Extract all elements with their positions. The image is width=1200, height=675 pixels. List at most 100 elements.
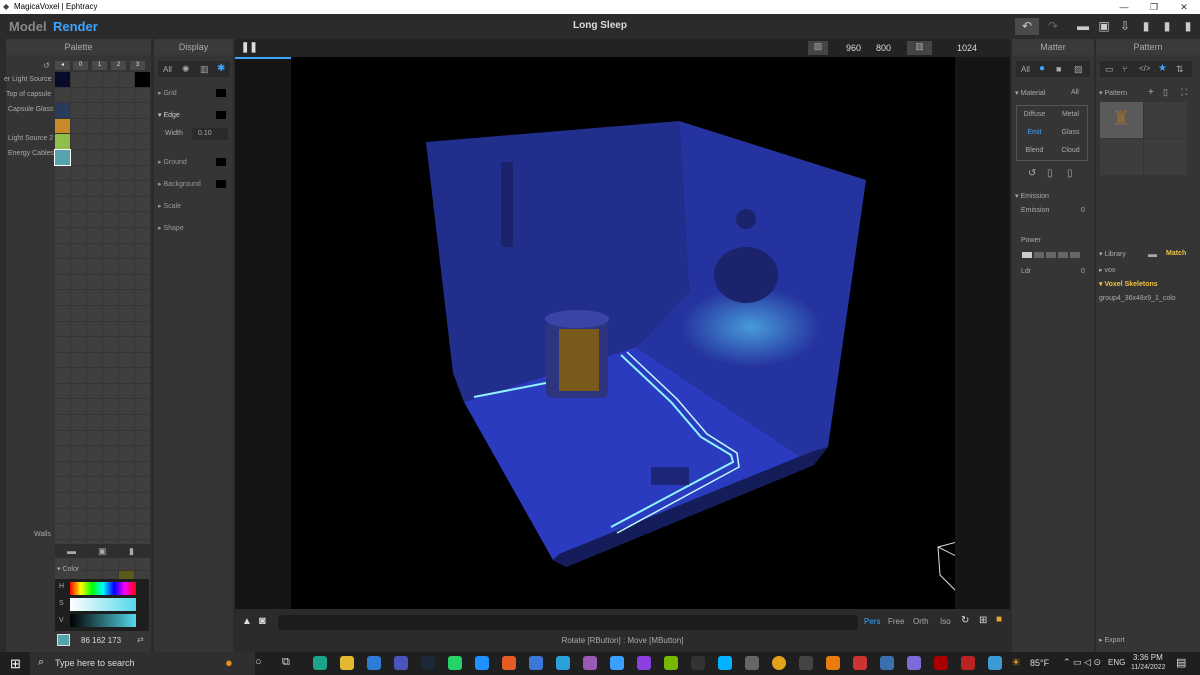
palette-swatch[interactable]: [119, 181, 134, 196]
palette-swatch[interactable]: [103, 165, 118, 181]
palette-swatch[interactable]: [71, 165, 86, 181]
pattern-slot[interactable]: [1100, 139, 1143, 175]
app-icon[interactable]: [637, 656, 651, 670]
palette-swatch[interactable]: [71, 259, 86, 274]
palette-swatch[interactable]: [103, 196, 118, 212]
sample-count[interactable]: 1024: [957, 43, 977, 53]
expand-icon[interactable]: ⛶: [1181, 87, 1187, 98]
material-cloud[interactable]: Cloud: [1056, 144, 1085, 158]
palette-swatch[interactable]: [103, 383, 118, 399]
palette-swatch[interactable]: [87, 290, 102, 305]
palette-swatch[interactable]: [55, 477, 70, 493]
palette-swatch[interactable]: [135, 290, 150, 305]
palette-swatch[interactable]: [103, 508, 118, 524]
palette-swatch[interactable]: [55, 337, 70, 352]
palette-swatch[interactable]: [135, 87, 150, 103]
palette-swatch[interactable]: [71, 118, 86, 134]
palette-swatch[interactable]: [87, 524, 102, 539]
palette-swatch[interactable]: [135, 149, 150, 165]
palette-swatch[interactable]: [71, 227, 86, 243]
bars-icon[interactable]: ▥: [200, 64, 209, 75]
minimize-button[interactable]: —: [1110, 0, 1138, 14]
hsv-picker[interactable]: H S V: [55, 579, 149, 631]
star-icon[interactable]: ★: [1158, 63, 1167, 74]
reset-icon[interactable]: ↺: [1028, 168, 1036, 179]
palette-grid[interactable]: [54, 72, 151, 602]
palette-swatch[interactable]: [55, 305, 70, 321]
folder-icon[interactable]: ▭: [1105, 64, 1114, 75]
palette-swatch[interactable]: [87, 477, 102, 493]
palette-swatch[interactable]: [87, 149, 102, 165]
palette-swatch[interactable]: [87, 352, 102, 368]
palette-tab-3[interactable]: 3: [130, 61, 145, 70]
palette-swatch[interactable]: [87, 321, 102, 337]
palette-swatch[interactable]: [103, 305, 118, 321]
palette-swatch[interactable]: [87, 337, 102, 352]
palette-swatch[interactable]: [135, 415, 150, 430]
palette-swatch[interactable]: [119, 87, 134, 103]
palette-swatch[interactable]: [87, 227, 102, 243]
palette-swatch[interactable]: [55, 352, 70, 368]
palette-swatch[interactable]: [87, 508, 102, 524]
redo-icon[interactable]: ↷: [1044, 18, 1062, 35]
display-filter-all[interactable]: All: [163, 65, 172, 74]
power-step[interactable]: [1046, 252, 1056, 258]
palette-swatch[interactable]: [135, 227, 150, 243]
image-icon[interactable]: ▨: [808, 41, 828, 55]
shape-section[interactable]: ▸ Shape: [158, 224, 230, 232]
chart-icon[interactable]: ▥: [907, 41, 932, 55]
palette-swatch[interactable]: [55, 165, 70, 181]
matter-filter-all[interactable]: All: [1021, 65, 1030, 74]
palette-swatch[interactable]: [119, 196, 134, 212]
swap-icon[interactable]: ⇄: [137, 635, 144, 644]
palette-swatch[interactable]: [55, 274, 70, 290]
palette-swatch[interactable]: [103, 524, 118, 539]
palette-swatch[interactable]: [87, 181, 102, 196]
palette-swatch[interactable]: [71, 352, 86, 368]
folder-vox[interactable]: ▸ vox: [1099, 266, 1115, 274]
palette-tab-0[interactable]: 0: [73, 61, 88, 70]
palette-tab-2[interactable]: 2: [111, 61, 126, 70]
palette-swatch[interactable]: [119, 259, 134, 274]
palette-swatch[interactable]: [87, 72, 102, 87]
nvidia-icon[interactable]: [664, 656, 678, 670]
refresh-icon[interactable]: ↺: [43, 61, 50, 70]
material-emit[interactable]: Emit: [1020, 126, 1049, 140]
save-icon[interactable]: ▣: [1095, 18, 1113, 35]
cortana-icon[interactable]: ○: [255, 656, 262, 668]
palette-swatch[interactable]: [135, 321, 150, 337]
palette-swatch[interactable]: [55, 383, 70, 399]
palette-swatch[interactable]: [119, 461, 134, 477]
sun-icon[interactable]: ✺: [182, 64, 190, 75]
palette-swatch[interactable]: [87, 399, 102, 415]
grid-color-swatch[interactable]: [216, 89, 226, 97]
export-icon[interactable]: ⇩: [1116, 18, 1134, 35]
app-icon[interactable]: [934, 656, 948, 670]
rgb-value[interactable]: 86 162 173: [81, 636, 121, 645]
material-glass[interactable]: Glass: [1056, 126, 1085, 140]
palette-swatch[interactable]: [135, 118, 150, 134]
sphere-icon[interactable]: ●: [1039, 63, 1045, 74]
export-toggle[interactable]: ▸ Export: [1099, 636, 1125, 644]
palette-swatch[interactable]: [71, 181, 86, 196]
epic-games-icon[interactable]: [691, 656, 705, 670]
steam-icon[interactable]: [421, 656, 435, 670]
clock-date[interactable]: 11/24/2022: [1131, 664, 1166, 671]
palette-swatch[interactable]: [71, 305, 86, 321]
rotate-icon[interactable]: ↻: [961, 615, 969, 626]
palette-swatch[interactable]: [87, 461, 102, 477]
palette-swatch[interactable]: [135, 524, 150, 539]
palette-swatch[interactable]: [87, 415, 102, 430]
palette-swatch[interactable]: [103, 477, 118, 493]
material-metal[interactable]: Metal: [1056, 108, 1085, 122]
save-icon[interactable]: ▣: [98, 546, 107, 557]
app-icon[interactable]: [529, 656, 543, 670]
palette-swatch[interactable]: [71, 399, 86, 415]
render-height[interactable]: 800: [876, 43, 891, 53]
render-viewport[interactable]: [291, 57, 955, 609]
maximize-button[interactable]: ❐: [1140, 0, 1168, 14]
power-step[interactable]: [1022, 252, 1032, 258]
palette-swatch[interactable]: [103, 149, 118, 165]
color-section-toggle[interactable]: ▾ Color: [57, 565, 79, 573]
library-file[interactable]: group4_36x48x9_1_colo: [1099, 295, 1176, 302]
